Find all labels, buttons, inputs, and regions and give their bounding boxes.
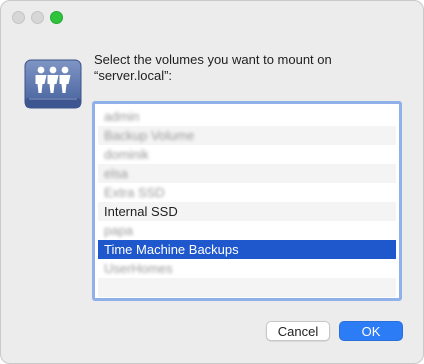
ok-button[interactable]: OK — [339, 321, 403, 341]
list-item-label: papa — [104, 223, 133, 238]
list-item[interactable]: Backup Volume — [98, 126, 396, 145]
list-item[interactable]: UserHomes — [98, 259, 396, 278]
list-item-label: Time Machine Backups — [104, 242, 239, 257]
volumes-list[interactable]: admin Backup Volume dominik elsa Extra S… — [98, 107, 396, 297]
list-item[interactable]: Internal SSD — [98, 202, 396, 221]
list-item-label: elsa — [104, 166, 128, 181]
list-item[interactable]: elsa — [98, 164, 396, 183]
close-window-icon[interactable] — [12, 11, 25, 24]
dialog-prompt: Select the volumes you want to mount on … — [94, 52, 394, 84]
list-item[interactable]: Extra SSD — [98, 183, 396, 202]
zoom-window-icon[interactable] — [50, 11, 63, 24]
list-item[interactable]: admin — [98, 107, 396, 126]
list-item[interactable]: dominik — [98, 145, 396, 164]
cancel-button[interactable]: Cancel — [266, 321, 330, 341]
shared-server-volume-icon — [24, 59, 82, 109]
list-item-label: admin — [104, 109, 140, 124]
list-item[interactable]: papa — [98, 221, 396, 240]
prompt-line-2: “server.local”: — [94, 68, 173, 83]
mount-volumes-dialog: Select the volumes you want to mount on … — [0, 0, 424, 364]
empty-list-row — [98, 278, 396, 297]
list-item-selected[interactable]: Time Machine Backups — [98, 240, 396, 259]
prompt-line-1: Select the volumes you want to mount on — [94, 52, 332, 67]
list-item-label: dominik — [104, 147, 149, 162]
volumes-list-focus-ring: admin Backup Volume dominik elsa Extra S… — [92, 101, 402, 301]
minimize-window-icon[interactable] — [31, 11, 44, 24]
list-item-label: UserHomes — [104, 261, 173, 276]
list-item-label: Internal SSD — [104, 204, 178, 219]
list-item-label: Extra SSD — [104, 185, 165, 200]
list-item-label: Backup Volume — [104, 128, 195, 143]
